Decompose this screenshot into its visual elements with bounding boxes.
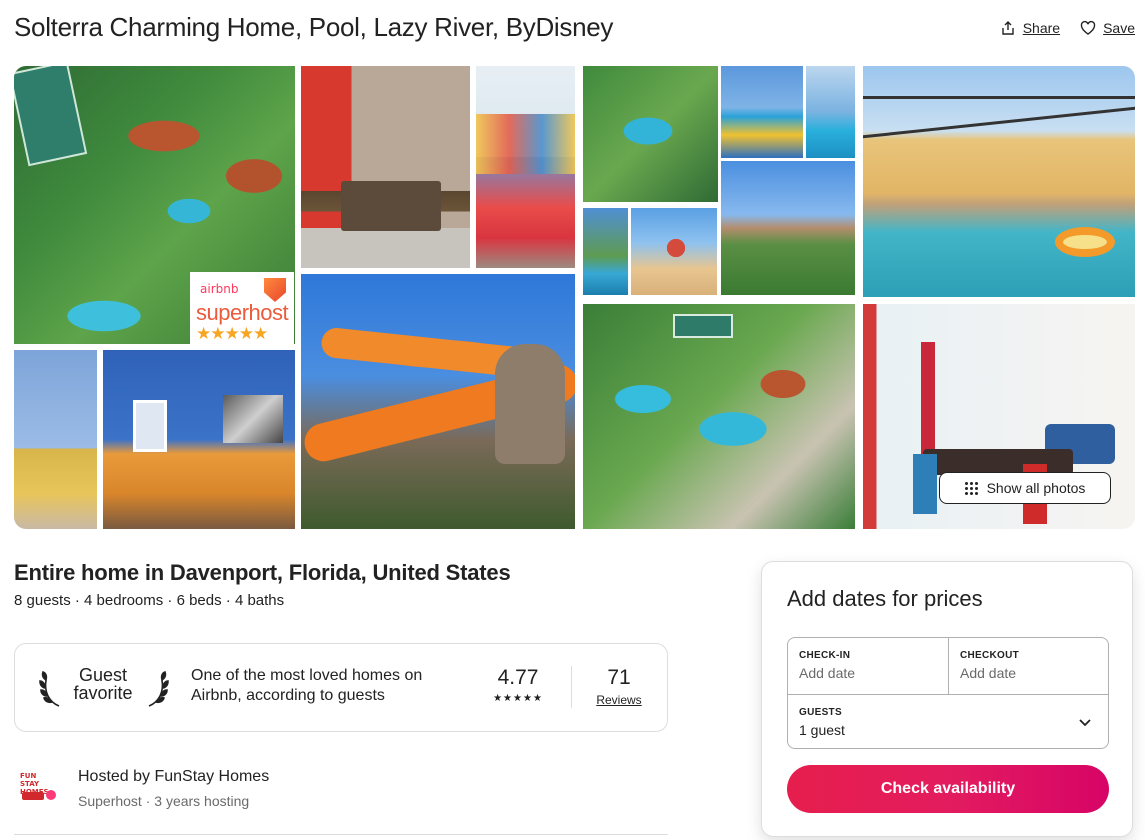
superhost-shield-icon [264, 278, 286, 302]
photo-water-slide[interactable] [301, 274, 575, 529]
reviews-label: Reviews [596, 693, 642, 707]
guest-favorite-description: One of the most loved homes on Airbnb, a… [191, 667, 423, 704]
checkin-label: CHECK-IN [799, 650, 851, 661]
date-picker: CHECK-IN Add date CHECKOUT Add date GUES… [787, 637, 1109, 749]
guest-favorite-card[interactable]: Guest favorite One of the most loved hom… [14, 643, 668, 732]
wall-art-shape [223, 395, 283, 443]
share-label: Share [1022, 20, 1061, 36]
rating-block: 4.77 ★★★★★ [487, 666, 549, 704]
host-logo-bar [22, 792, 44, 800]
airbnb-logo: airbnb [200, 282, 239, 296]
host-meta: Superhost · 3 years hosting [78, 793, 250, 809]
photo-bedroom-mural[interactable] [476, 66, 575, 268]
heart-icon [1080, 20, 1096, 35]
section-divider [14, 834, 668, 835]
show-all-photos-label: Show all photos [986, 480, 1086, 496]
guests-select[interactable]: GUESTS 1 guest [788, 694, 1108, 749]
photo-resort-entrance[interactable] [721, 161, 855, 295]
check-availability-button[interactable]: Check availability [787, 765, 1109, 813]
photo-playground[interactable] [631, 208, 717, 295]
photo-resort-aerial-2[interactable] [583, 304, 855, 529]
share-button[interactable]: Share [1000, 20, 1060, 36]
cage-beam-shape [863, 96, 1135, 99]
photo-blue-bedroom[interactable] [103, 350, 295, 529]
checkin-field[interactable]: CHECK-IN Add date [788, 638, 949, 694]
laurel-left-icon [39, 670, 60, 707]
host-avatar[interactable]: FUN STAY HOMES [14, 766, 58, 810]
booking-card: Add dates for prices CHECK-IN Add date C… [761, 561, 1133, 837]
floor-shape [301, 228, 470, 268]
photo-aerial-resort[interactable]: airbnb superhost ★★★★★ [14, 66, 295, 344]
booking-title: Add dates for prices [787, 586, 983, 611]
host-name: Hosted by FunStay Homes [78, 768, 270, 785]
save-button[interactable]: Save [1080, 20, 1135, 36]
checkout-field[interactable]: CHECKOUT Add date [949, 638, 1110, 694]
photo-pool-closeup[interactable] [806, 66, 855, 158]
bed-shape [341, 181, 441, 231]
window-shape [133, 400, 167, 452]
tennis-court-shape [673, 314, 733, 338]
superhost-badge: airbnb superhost ★★★★★ [190, 272, 294, 344]
rock-shape [495, 344, 565, 464]
photo-kids-room[interactable] [14, 350, 97, 529]
header-actions: Share Save [1000, 20, 1135, 36]
checkin-value: Add date [799, 665, 856, 681]
photo-slides[interactable] [721, 66, 803, 158]
photo-gallery: airbnb superhost ★★★★★ [14, 66, 1135, 529]
checkout-label: CHECKOUT [960, 650, 1020, 661]
chevron-down-icon [1079, 719, 1091, 727]
save-label: Save [1103, 20, 1135, 36]
guest-favorite-title: Guest favorite [71, 666, 135, 702]
laurel-right-icon [148, 670, 169, 707]
superhost-stars: ★★★★★ [196, 324, 268, 343]
guests-value: 1 guest [799, 722, 845, 738]
photo-resort-pool-aerial[interactable] [583, 66, 718, 202]
checkout-value: Add date [960, 665, 1017, 681]
tennis-court-shape [14, 66, 88, 167]
listing-title: Solterra Charming Home, Pool, Lazy River… [14, 12, 614, 42]
listing-subtitle: Entire home in Davenport, Florida, Unite… [14, 560, 511, 585]
show-all-photos-button[interactable]: Show all photos [939, 472, 1111, 504]
superhost-text: superhost [196, 300, 289, 325]
rating-divider [571, 666, 572, 708]
rating-stars: ★★★★★ [493, 693, 543, 704]
guests-label: GUESTS [799, 707, 842, 718]
reviews-count: 71 [607, 666, 631, 689]
grid-dots-icon [964, 481, 978, 495]
pool-float-shape [1055, 227, 1115, 257]
mural-shape [476, 114, 575, 174]
photo-private-pool[interactable] [863, 66, 1135, 297]
photo-playground-small[interactable] [583, 208, 628, 295]
photo-bedroom-red[interactable] [301, 66, 470, 268]
rating-value: 4.77 [497, 666, 539, 689]
guest-favorite-line1: Guest [78, 665, 128, 685]
chair-shape [913, 454, 937, 514]
listing-details: 8 guests · 4 bedrooms · 6 beds · 4 baths [14, 592, 285, 609]
host-logo-dot [46, 790, 56, 800]
share-icon [1002, 21, 1014, 35]
reviews-block[interactable]: 71 Reviews [589, 666, 649, 707]
cage-beam-shape [863, 106, 1135, 139]
guest-favorite-line2: favorite [73, 683, 133, 703]
